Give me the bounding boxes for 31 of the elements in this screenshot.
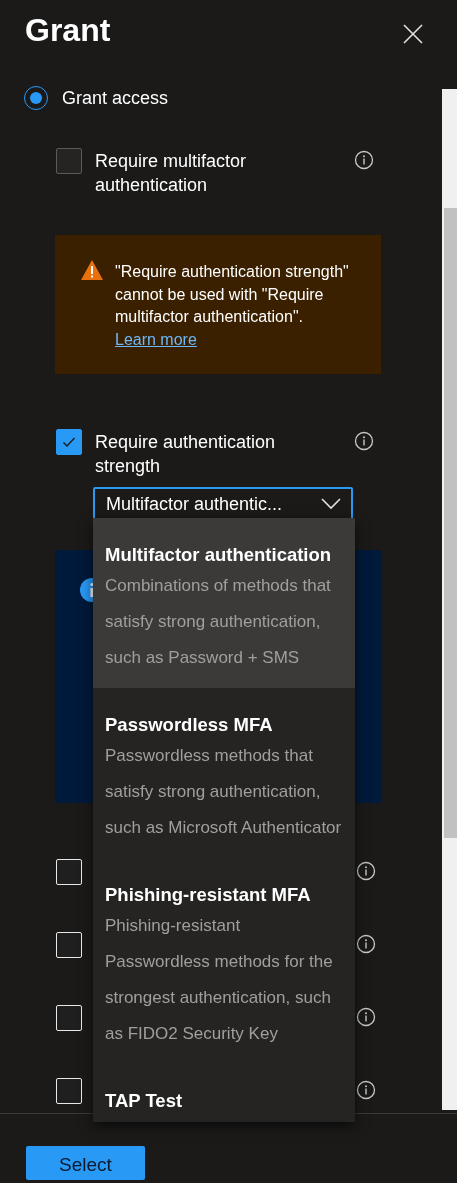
option-description: Passwordless methods that satisfy strong authentication, such as Microsoft Authenticator <box>105 745 343 839</box>
dropdown-option[interactable]: Multifactor authentication Combinations of methods that satisfy strong authentication, such as Password + SMS <box>93 518 355 688</box>
checkbox[interactable] <box>56 148 82 174</box>
warning-text: "Require authentication strength" cannot be used with "Require multifactor authentication". Learn more <box>115 262 350 350</box>
dropdown-option[interactable]: Phishing-resistant MFA Phishing-resistant Passwordless methods for the strongest authentication, such as FIDO2 Security Key <box>93 858 355 1064</box>
info-icon[interactable] <box>356 861 376 881</box>
select-button[interactable]: Select <box>26 1146 145 1180</box>
radio-label: Grant access <box>62 87 169 109</box>
scrollbar[interactable] <box>442 89 457 1110</box>
dropdown-option[interactable]: Passwordless MFA Passwordless methods that satisfy strong authentication, such as Microsoft Authenticator <box>93 688 355 858</box>
option-description: Combinations of methods that satisfy strong authentication, such as Password + SMS <box>105 575 332 669</box>
learn-more-link[interactable]: Learn more <box>115 330 197 348</box>
option-title: TAP Test <box>105 1089 184 1113</box>
info-icon[interactable] <box>356 1007 376 1027</box>
strength-dropdown[interactable]: Multifactor authentic... <box>93 487 353 521</box>
close-icon[interactable] <box>403 24 423 44</box>
option-title: Multifactor authentication <box>105 543 333 567</box>
chevron-icon <box>321 498 341 510</box>
checkbox-label: Require multifactor authentication <box>95 150 248 197</box>
option-description: Phishing-resistant Passwordless methods for the strongest authentication, such as FIDO2 Security Key <box>105 915 334 1045</box>
checkbox[interactable] <box>56 429 82 455</box>
info-icon[interactable] <box>356 1080 376 1100</box>
info-icon[interactable] <box>354 431 374 451</box>
option-title: Phishing-resistant MFA <box>105 883 312 907</box>
warning-icon <box>80 259 104 281</box>
checkbox-label: Require authentication strength <box>95 431 277 478</box>
dropdown-option[interactable]: TAP Test <box>93 1064 355 1122</box>
panel-title: Grant <box>25 11 111 50</box>
info-icon[interactable] <box>356 934 376 954</box>
info-icon[interactable] <box>354 150 374 170</box>
option-title: Passwordless MFA <box>105 713 274 737</box>
